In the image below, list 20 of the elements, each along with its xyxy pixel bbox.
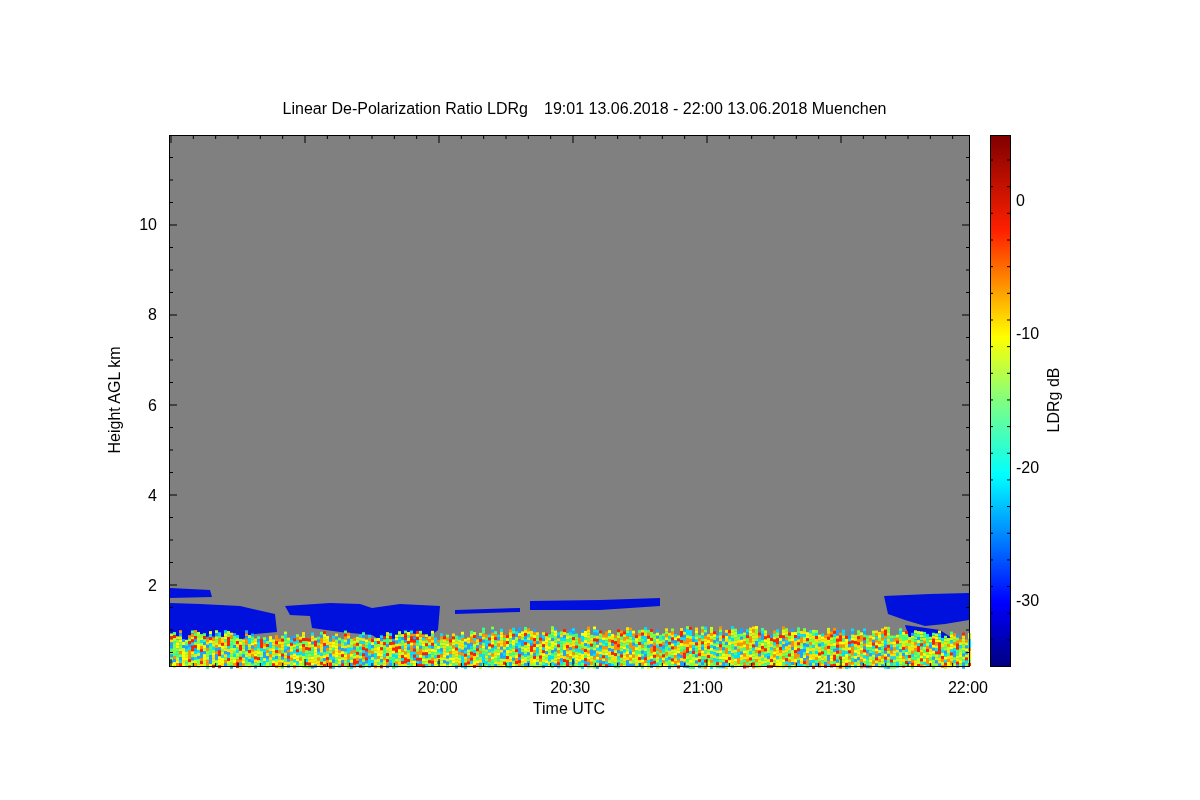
x-tick-label: 20:00 bbox=[417, 679, 458, 696]
y-axis-title: Height AGL km bbox=[106, 346, 123, 454]
colorbar-tick-label: 0 bbox=[1016, 192, 1025, 209]
colorbar-tick-label: -20 bbox=[1016, 458, 1040, 476]
chart-title: Linear De-Polarization Ratio LDRg bbox=[282, 100, 528, 117]
x-axis-title: Time UTC bbox=[532, 700, 606, 717]
x-tick-label: 21:30 bbox=[815, 679, 856, 696]
y-tick-label: 10 bbox=[139, 216, 157, 233]
colorbar-tick-label: -30 bbox=[1016, 591, 1040, 609]
chart-subtitle: 19:01 13.06.2018 - 22:00 13.06.2018 Muenchen bbox=[544, 100, 887, 117]
y-tick-label: 4 bbox=[148, 486, 157, 504]
y-tick-label: 8 bbox=[148, 306, 157, 324]
y-tick-label: 2 bbox=[148, 577, 157, 594]
x-tick-label: 22:00 bbox=[948, 679, 988, 696]
x-tick-label: 19:30 bbox=[285, 679, 325, 696]
x-tick-label: 21:00 bbox=[682, 679, 723, 696]
colorbar-title: LDRg dB bbox=[1045, 367, 1062, 433]
colorbar-tick-label: -10 bbox=[1016, 325, 1040, 343]
y-tick-label: 6 bbox=[148, 396, 157, 414]
x-tick-label: 20:30 bbox=[550, 679, 591, 696]
